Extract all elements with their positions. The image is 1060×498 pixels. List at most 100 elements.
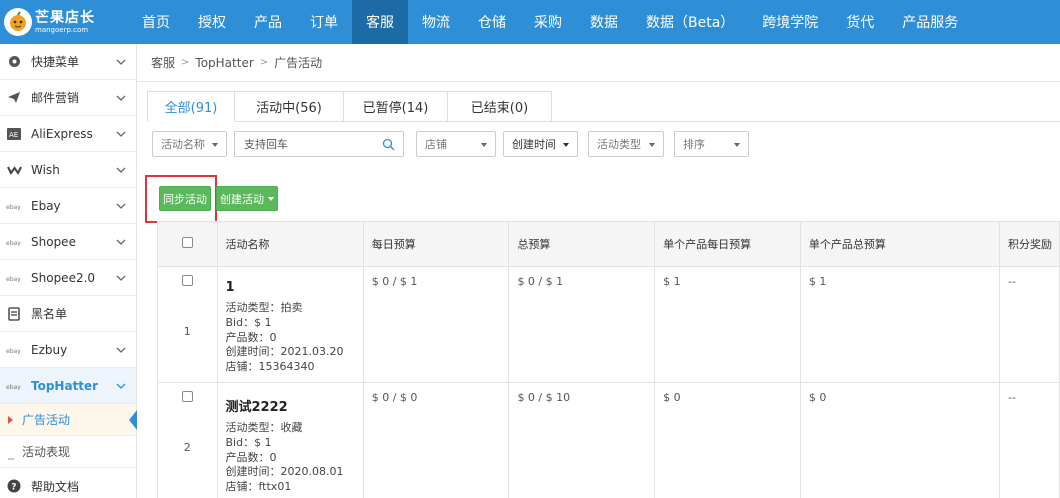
select-all-cell <box>157 221 218 267</box>
top-nav: 芒果店长 mangoerp.com 首页 授权 产品 订单 客服 物流 仓储 采… <box>0 0 1060 44</box>
campaign-bid: Bid：$ 1 <box>225 435 272 449</box>
svg-text:ebay: ebay <box>6 348 21 354</box>
sidebar-item-shortcut-menu[interactable]: 快捷菜单 <box>0 44 136 80</box>
column-header[interactable]: 单个产品总预算 <box>799 221 1001 267</box>
created-time-sort[interactable]: 创建时间 <box>503 131 578 157</box>
sidebar-item-tophatter[interactable]: ebay TopHatter <box>0 368 136 404</box>
total-budget-cell: $ 0 / $ 1 <box>508 266 656 383</box>
total-budget-cell: $ 0 / $ 10 <box>508 382 656 498</box>
sidebar-item-email-marketing[interactable]: 邮件营销 <box>0 80 136 116</box>
sidebar-item-ebay[interactable]: ebay Ebay <box>0 188 136 224</box>
nav-academy[interactable]: 跨境学院 <box>748 0 832 44</box>
logo[interactable]: 芒果店长 mangoerp.com <box>0 0 128 44</box>
sidebar-item-label: 帮助文档 <box>31 479 80 494</box>
table-header-row: 活动名称 每日预算 总预算 单个产品每日预算 单个产品总预算 积分奖励 <box>157 221 1060 267</box>
sidebar-item-label: Shopee <box>31 234 76 249</box>
tab-all[interactable]: 全部(91) <box>147 91 235 122</box>
campaign-type-select[interactable]: 活动类型 <box>588 131 664 157</box>
sidebar-item-wish[interactable]: Wish <box>0 152 136 188</box>
chevron-down-icon <box>116 95 126 101</box>
paper-plane-icon <box>6 90 22 106</box>
column-header[interactable]: 活动名称 <box>216 221 364 267</box>
sidebar-item-label: 快捷菜单 <box>31 55 80 69</box>
breadcrumb-item[interactable]: 客服 <box>151 54 175 71</box>
question-circle-icon: ? <box>6 478 22 494</box>
breadcrumb-item[interactable]: TopHatter <box>195 56 253 70</box>
nav-purchase[interactable]: 采购 <box>520 0 576 44</box>
campaign-name[interactable]: 1 <box>226 280 363 295</box>
search-placeholder: 支持回车 <box>244 138 288 151</box>
campaign-name-select[interactable]: 活动名称 <box>152 131 227 157</box>
sidebar-subitem-campaign-performance[interactable]: 活动表现 <box>0 436 136 468</box>
tab-paused[interactable]: 已暂停(14) <box>344 91 448 122</box>
tab-active[interactable]: 活动中(56) <box>235 91 344 122</box>
chevron-down-icon <box>116 239 126 245</box>
tab-ended[interactable]: 已结束(0) <box>448 91 552 122</box>
column-header[interactable]: 总预算 <box>508 221 656 267</box>
sidebar-item-shopee2[interactable]: ebay Shopee2.0 <box>0 260 136 296</box>
nav-orders[interactable]: 订单 <box>296 0 352 44</box>
store-select[interactable]: 店铺 <box>416 131 496 157</box>
table-row[interactable]: 2 测试2222 活动类型：收藏 Bid：$ 1 产品数：0 创建时间：2020… <box>157 382 1060 498</box>
sidebar-item-help-docs[interactable]: ? 帮助文档 <box>0 468 136 498</box>
nav-customer-service[interactable]: 客服 <box>352 0 408 44</box>
column-header[interactable]: 单个产品每日预算 <box>654 221 801 267</box>
caret-down-icon <box>563 143 569 147</box>
points-reward-cell: -- <box>999 266 1060 383</box>
ebay-icon: ebay <box>6 342 22 358</box>
campaign-name[interactable]: 测试2222 <box>226 396 363 415</box>
filter-bar: 活动名称 支持回车 店铺 创建时间 活动类型 排序 <box>152 131 1052 157</box>
create-campaign-button[interactable]: 创建活动 <box>216 186 278 211</box>
search-input[interactable]: 支持回车 <box>234 131 404 157</box>
chevron-down-icon <box>116 59 126 65</box>
product-daily-budget-cell: $ 1 <box>654 266 801 383</box>
nav-warehouse[interactable]: 仓储 <box>464 0 520 44</box>
campaign-cell: 1 活动类型：拍卖 Bid：$ 1 产品数：0 创建时间：2021.03.20 … <box>216 266 364 383</box>
sidebar-item-blacklist[interactable]: 黑名单 <box>0 296 136 332</box>
sort-select[interactable]: 排序 <box>674 131 749 157</box>
nav-data[interactable]: 数据 <box>576 0 632 44</box>
select-label: 店铺 <box>425 138 447 151</box>
sidebar-item-ezbuy[interactable]: ebay Ezbuy <box>0 332 136 368</box>
chevron-down-icon <box>116 275 126 281</box>
nav-data-beta[interactable]: 数据（Beta） <box>632 0 748 44</box>
row-checkbox[interactable] <box>181 275 193 286</box>
daily-budget-cell: $ 0 / $ 0 <box>362 382 510 498</box>
daily-budget-cell: $ 0 / $ 1 <box>362 266 510 383</box>
sidebar-item-aliexpress[interactable]: AE AliExpress <box>0 116 136 152</box>
row-index: 1 <box>183 325 191 338</box>
caret-down-icon <box>649 143 655 147</box>
sidebar-item-shopee[interactable]: ebay Shopee <box>0 224 136 260</box>
chevron-right-icon: > <box>259 57 269 68</box>
sidebar-subitem-ad-campaigns[interactable]: 广告活动 <box>0 404 137 436</box>
sidebar-subitem-label: 广告活动 <box>22 413 71 427</box>
sidebar-item-label: Shopee2.0 <box>31 270 96 285</box>
column-header[interactable]: 积分奖励 <box>999 221 1060 267</box>
sidebar: 快捷菜单 邮件营销 AE AliExpress Wish ebay Ebay e… <box>0 44 137 498</box>
nav-products[interactable]: 产品 <box>240 0 296 44</box>
svg-text:ebay: ebay <box>6 204 21 210</box>
nav-product-service[interactable]: 产品服务 <box>888 0 972 44</box>
aliexpress-icon: AE <box>6 126 22 142</box>
row-checkbox[interactable] <box>181 391 193 402</box>
nav-logistics[interactable]: 物流 <box>408 0 464 44</box>
campaign-bid: Bid：$ 1 <box>225 315 272 329</box>
table-row[interactable]: 1 1 活动类型：拍卖 Bid：$ 1 产品数：0 创建时间：2021.03.2… <box>157 266 1060 383</box>
nav-auth[interactable]: 授权 <box>184 0 240 44</box>
caret-down-icon <box>212 143 218 147</box>
select-all-checkbox[interactable] <box>181 237 193 248</box>
campaign-product-count: 产品数：0 <box>225 450 277 464</box>
ebay-icon: ebay <box>6 270 22 286</box>
nav-forwarder[interactable]: 货代 <box>832 0 888 44</box>
sidebar-subitem-label: 活动表现 <box>22 445 71 459</box>
sync-campaigns-button[interactable]: 同步活动 <box>159 186 211 211</box>
nav-home[interactable]: 首页 <box>128 0 184 44</box>
campaign-created-time: 创建时间：2021.03.20 <box>225 345 344 359</box>
product-total-budget-cell: $ 1 <box>799 266 1001 383</box>
points-reward-cell: -- <box>999 382 1060 498</box>
active-marker-icon <box>8 416 13 424</box>
wish-icon <box>6 162 22 178</box>
search-icon[interactable] <box>382 138 395 154</box>
column-header[interactable]: 每日预算 <box>362 221 510 267</box>
caret-down-icon <box>481 143 487 147</box>
